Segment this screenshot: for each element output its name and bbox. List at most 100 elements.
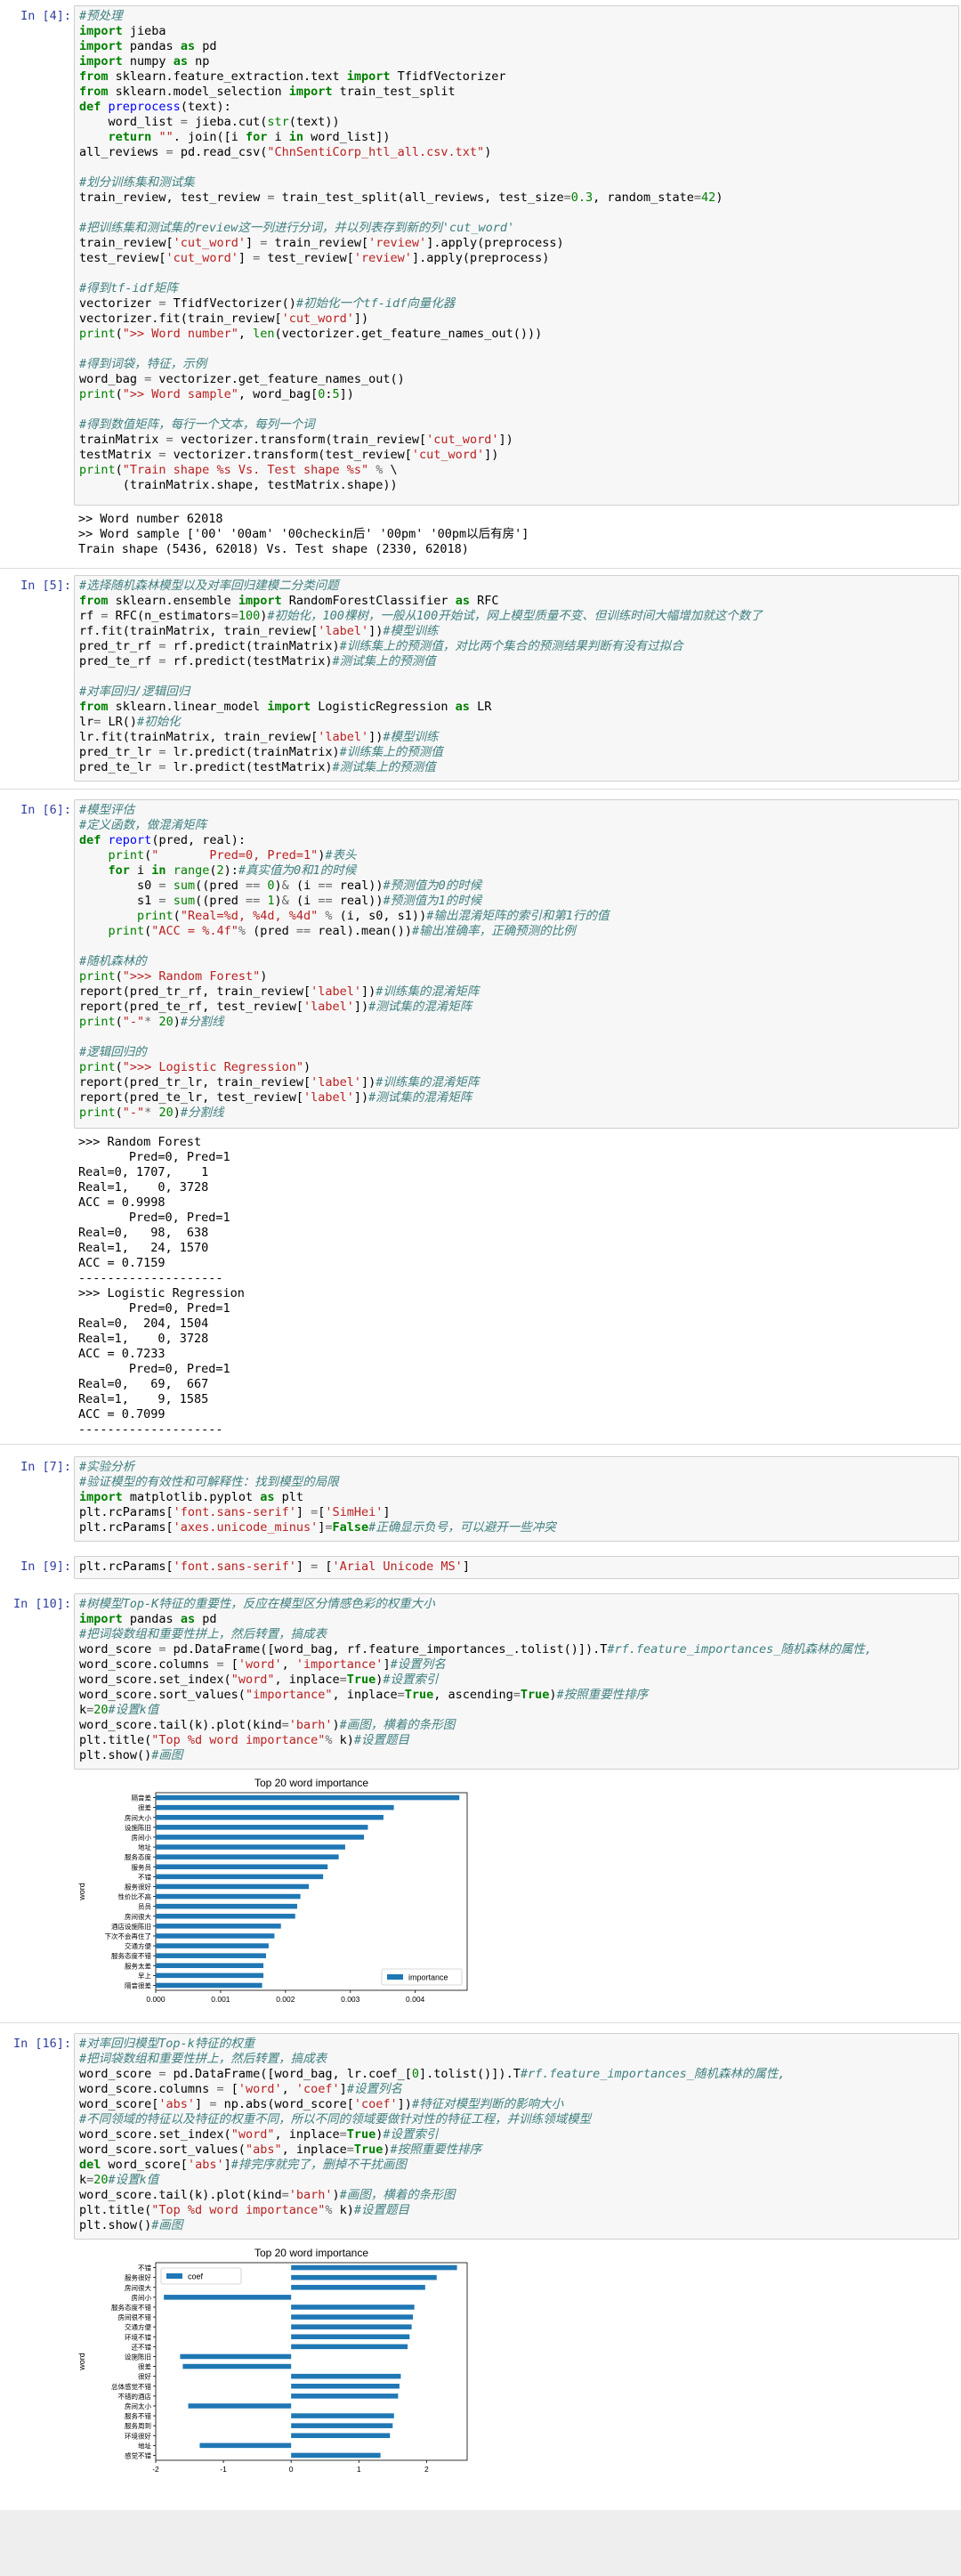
- y-axis-label: word: [77, 1883, 86, 1901]
- y-tick-label: 早上: [138, 1972, 151, 1980]
- y-tick-label: 不错的酒店: [118, 2392, 152, 2401]
- bar: [182, 2363, 292, 2369]
- bar: [164, 2295, 292, 2300]
- bar: [156, 1864, 328, 1870]
- code-input[interactable]: #选择随机森林模型以及对率回归建模二分类问题 from sklearn.ense…: [74, 575, 959, 782]
- y-tick-label: 服务态度不错: [111, 1951, 151, 1960]
- bar: [291, 2452, 381, 2459]
- y-tick-label: 服务很好: [125, 1882, 151, 1891]
- bar: [156, 1893, 301, 1900]
- bar: [291, 2433, 391, 2439]
- y-tick-label: 很差: [138, 2362, 151, 2371]
- x-tick-label: 0.000: [146, 1995, 166, 2004]
- y-tick-label: 房间太小: [125, 2402, 151, 2410]
- bar: [156, 1982, 262, 1989]
- y-tick-label: 设施陈旧: [125, 1823, 151, 1832]
- y-tick-label: 房间大小: [125, 1813, 151, 1822]
- y-tick-label: 隔音差: [132, 1794, 152, 1802]
- legend-swatch: [387, 1974, 403, 1980]
- y-tick-label: 下次不会再住了: [105, 1932, 152, 1940]
- input-prompt: In [10]:: [12, 1597, 71, 1611]
- bar: [188, 2403, 292, 2409]
- y-tick-label: 感觉不错: [125, 2450, 151, 2459]
- code-input[interactable]: #预处理 import jieba import pandas as pd im…: [74, 5, 959, 506]
- notebook: In [4]: #预处理 import jieba import pandas …: [0, 0, 961, 2510]
- y-tick-label: 员员: [138, 1903, 151, 1911]
- cell-output: Top 20 word importance 隔音差 很差 房间大小 设施陈旧 房间小 地址…: [74, 1775, 959, 2019]
- y-tick-label: 性价比不高: [118, 1892, 152, 1901]
- y-tick-label: 服务周到: [125, 2421, 151, 2430]
- bar: [291, 2373, 401, 2379]
- x-tick-label: 0.001: [211, 1995, 230, 2004]
- y-tick-label: 服务态度不错: [111, 2303, 151, 2312]
- code-input[interactable]: plt.rcParams['font.sans-serif'] = ['Aria…: [74, 1556, 959, 1579]
- y-tick-label: 服务员: [132, 1862, 152, 1871]
- bar: [156, 1973, 264, 1979]
- code-input[interactable]: #实验分析 #验证模型的有效性和可解释性：找到模型的局限 import matp…: [74, 1456, 959, 1542]
- cell-divider: [0, 1444, 961, 1445]
- bar: [156, 1794, 460, 1801]
- code-input[interactable]: #模型评估 #定义函数，做混淆矩阵 def report(pred, real)…: [74, 799, 959, 1129]
- plot-frame: [155, 1792, 468, 1991]
- x-tick-label: 0.004: [406, 1995, 425, 2004]
- bar: [156, 1883, 310, 1890]
- y-tick-label: 交通方便: [125, 1941, 151, 1950]
- y-axis-label: word: [77, 2353, 86, 2371]
- bar: [291, 2305, 415, 2310]
- input-prompt: In [6]:: [20, 803, 71, 817]
- cell-divider: [0, 2022, 961, 2023]
- x-tick-label: 1: [357, 2465, 361, 2474]
- y-tick-label: 总体感觉不错: [111, 2382, 151, 2391]
- cell-output: Top 20 word importance 不错 服务很好 房间很大 房间小 服务态度不…: [74, 2245, 959, 2489]
- bar: [180, 2353, 292, 2360]
- cell-divider: [0, 789, 961, 790]
- bar: [199, 2442, 292, 2449]
- bar: [156, 1924, 281, 1929]
- y-tick-label: 设施陈旧: [125, 2352, 151, 2361]
- bar: [291, 2344, 408, 2350]
- bar: [156, 1854, 339, 1859]
- y-tick-label: 房间很大: [125, 1912, 151, 1921]
- y-tick-label: 房间小: [132, 2293, 152, 2302]
- plot-frame: [155, 2262, 468, 2461]
- y-tick-label: 地址: [138, 1843, 151, 1851]
- y-tick-label: 环境很好: [125, 2431, 151, 2440]
- bar: [291, 2413, 394, 2418]
- bar: [156, 1804, 394, 1810]
- y-tick-label: 房间很大: [125, 2283, 151, 2292]
- bar: [156, 1874, 324, 1880]
- bar: [156, 1903, 297, 1909]
- bar: [156, 1825, 368, 1830]
- y-tick-label: 交通方便: [125, 2322, 151, 2331]
- bar: [291, 2264, 457, 2271]
- input-prompt: In [9]:: [20, 1559, 71, 1574]
- code-input[interactable]: #对率回归模型Top-k特征的权重 #把词袋数组和重要性拼上，然后转置，搞成表 …: [74, 2033, 959, 2240]
- y-tick-label: 不错: [138, 1872, 151, 1881]
- legend-label: coef: [188, 2272, 204, 2281]
- cell-output: >> Word number 62018 >> Word sample ['00…: [74, 509, 959, 560]
- x-tick-label: 0.003: [341, 1995, 360, 2004]
- y-tick-label: 很差: [138, 1803, 151, 1812]
- y-tick-label: 地址: [138, 2441, 151, 2450]
- bar: [291, 2383, 400, 2389]
- code-input[interactable]: #树模型Top-K特征的重要性，反应在模型区分情感色彩的权重大小 import …: [74, 1593, 959, 1770]
- bar: [291, 2334, 410, 2340]
- cell-output: >>> Random Forest Pred=0, Pred=1 Real=0,…: [74, 1132, 959, 1440]
- chart-title: Top 20 word importance: [254, 1777, 368, 1789]
- y-tick-label: 隔音很差: [125, 1981, 151, 1989]
- coef-bar-chart: Top 20 word importance 不错服务很好房间很大房间小服务态度不…: [77, 2247, 468, 2474]
- bar: [291, 2314, 414, 2320]
- bar: [156, 1943, 269, 1948]
- y-tick-label: 很好: [138, 2372, 151, 2381]
- bar: [291, 2274, 437, 2280]
- input-prompt: In [5]:: [20, 579, 71, 593]
- bar: [156, 1814, 384, 1820]
- x-tick-label: 0.002: [276, 1995, 295, 2004]
- y-tick-label: 服务很好: [125, 2273, 151, 2282]
- input-prompt: In [16]:: [12, 2037, 71, 2051]
- bar: [156, 1913, 295, 1919]
- input-prompt: In [4]:: [20, 9, 71, 23]
- y-tick-label: 服务不错: [125, 2411, 151, 2420]
- legend-swatch: [166, 2273, 182, 2279]
- chart-title: Top 20 word importance: [254, 2247, 368, 2259]
